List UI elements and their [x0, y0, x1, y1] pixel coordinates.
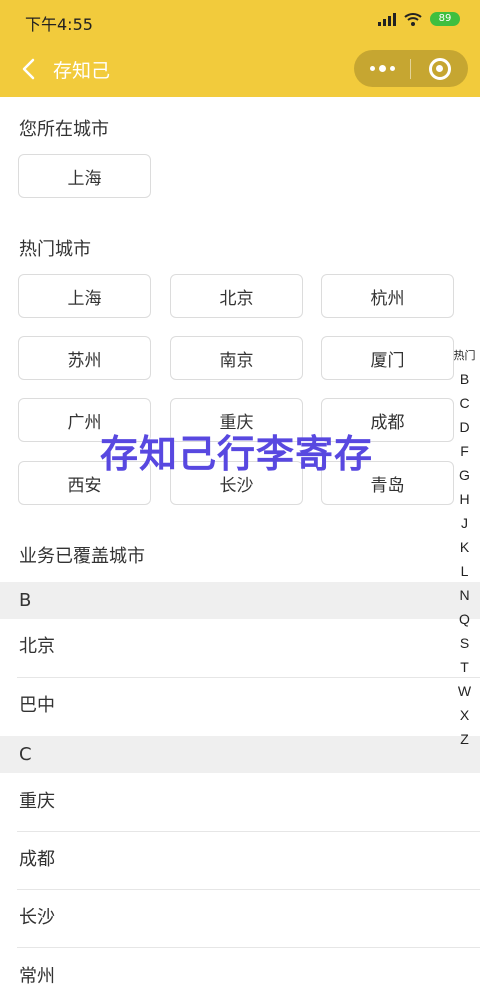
- hot-cities-heading: 热门城市: [19, 239, 91, 260]
- battery-icon: 89: [430, 12, 460, 26]
- chevron-left-icon: [22, 58, 35, 80]
- city-list-item[interactable]: 北京: [0, 618, 480, 676]
- index-item[interactable]: C: [449, 395, 480, 411]
- hot-city-button[interactable]: 杭州: [321, 274, 454, 318]
- wifi-icon: [404, 13, 422, 26]
- index-item[interactable]: T: [449, 659, 480, 675]
- index-item[interactable]: L: [449, 563, 480, 579]
- mini-program-capsule: [354, 50, 468, 87]
- index-item[interactable]: J: [449, 515, 480, 531]
- index-item[interactable]: S: [449, 635, 480, 651]
- more-dot-icon: [369, 66, 375, 71]
- index-item[interactable]: K: [449, 539, 480, 555]
- status-icons: 89: [378, 12, 460, 26]
- city-list-item[interactable]: 常州: [0, 948, 480, 999]
- group-header-b: B: [0, 582, 480, 619]
- hot-city-button[interactable]: 苏州: [18, 336, 151, 380]
- page-title: 存知己: [53, 60, 111, 82]
- watermark-text: 存知己行李寄存: [100, 432, 374, 476]
- city-list-item[interactable]: 重庆: [0, 773, 480, 831]
- index-item[interactable]: W: [449, 683, 480, 699]
- status-time: 下午4:55: [25, 15, 93, 34]
- back-button[interactable]: [14, 55, 42, 83]
- more-dot-icon: [378, 65, 386, 72]
- index-item[interactable]: Z: [449, 731, 480, 747]
- more-dot-icon: [389, 66, 395, 71]
- target-icon: [428, 57, 451, 80]
- index-item[interactable]: X: [449, 707, 480, 723]
- current-city-button[interactable]: 上海: [18, 154, 151, 198]
- index-item-hot[interactable]: 热门: [449, 347, 480, 363]
- group-header-c: C: [0, 736, 480, 773]
- index-item[interactable]: D: [449, 419, 480, 435]
- current-city-heading: 您所在城市: [19, 119, 109, 140]
- index-item[interactable]: B: [449, 371, 480, 387]
- index-item[interactable]: H: [449, 491, 480, 507]
- index-item[interactable]: Q: [449, 611, 480, 627]
- city-list-item[interactable]: 成都: [0, 831, 480, 889]
- hot-city-button[interactable]: 上海: [18, 274, 151, 318]
- more-button[interactable]: [354, 50, 410, 87]
- close-mini-program-button[interactable]: [411, 50, 468, 87]
- signal-icon: [378, 12, 396, 26]
- hot-city-button[interactable]: 南京: [170, 336, 303, 380]
- index-item[interactable]: N: [449, 587, 480, 603]
- covered-cities-heading: 业务已覆盖城市: [19, 546, 145, 567]
- hot-city-button[interactable]: 北京: [170, 274, 303, 318]
- status-bar: 下午4:55 89: [0, 0, 480, 40]
- index-item[interactable]: F: [449, 443, 480, 459]
- hot-city-button[interactable]: 厦门: [321, 336, 454, 380]
- city-list-item[interactable]: 巴中: [0, 677, 480, 735]
- index-item[interactable]: G: [449, 467, 480, 483]
- nav-header: 下午4:55 89 存知己: [0, 0, 480, 97]
- city-list-item[interactable]: 长沙: [0, 889, 480, 947]
